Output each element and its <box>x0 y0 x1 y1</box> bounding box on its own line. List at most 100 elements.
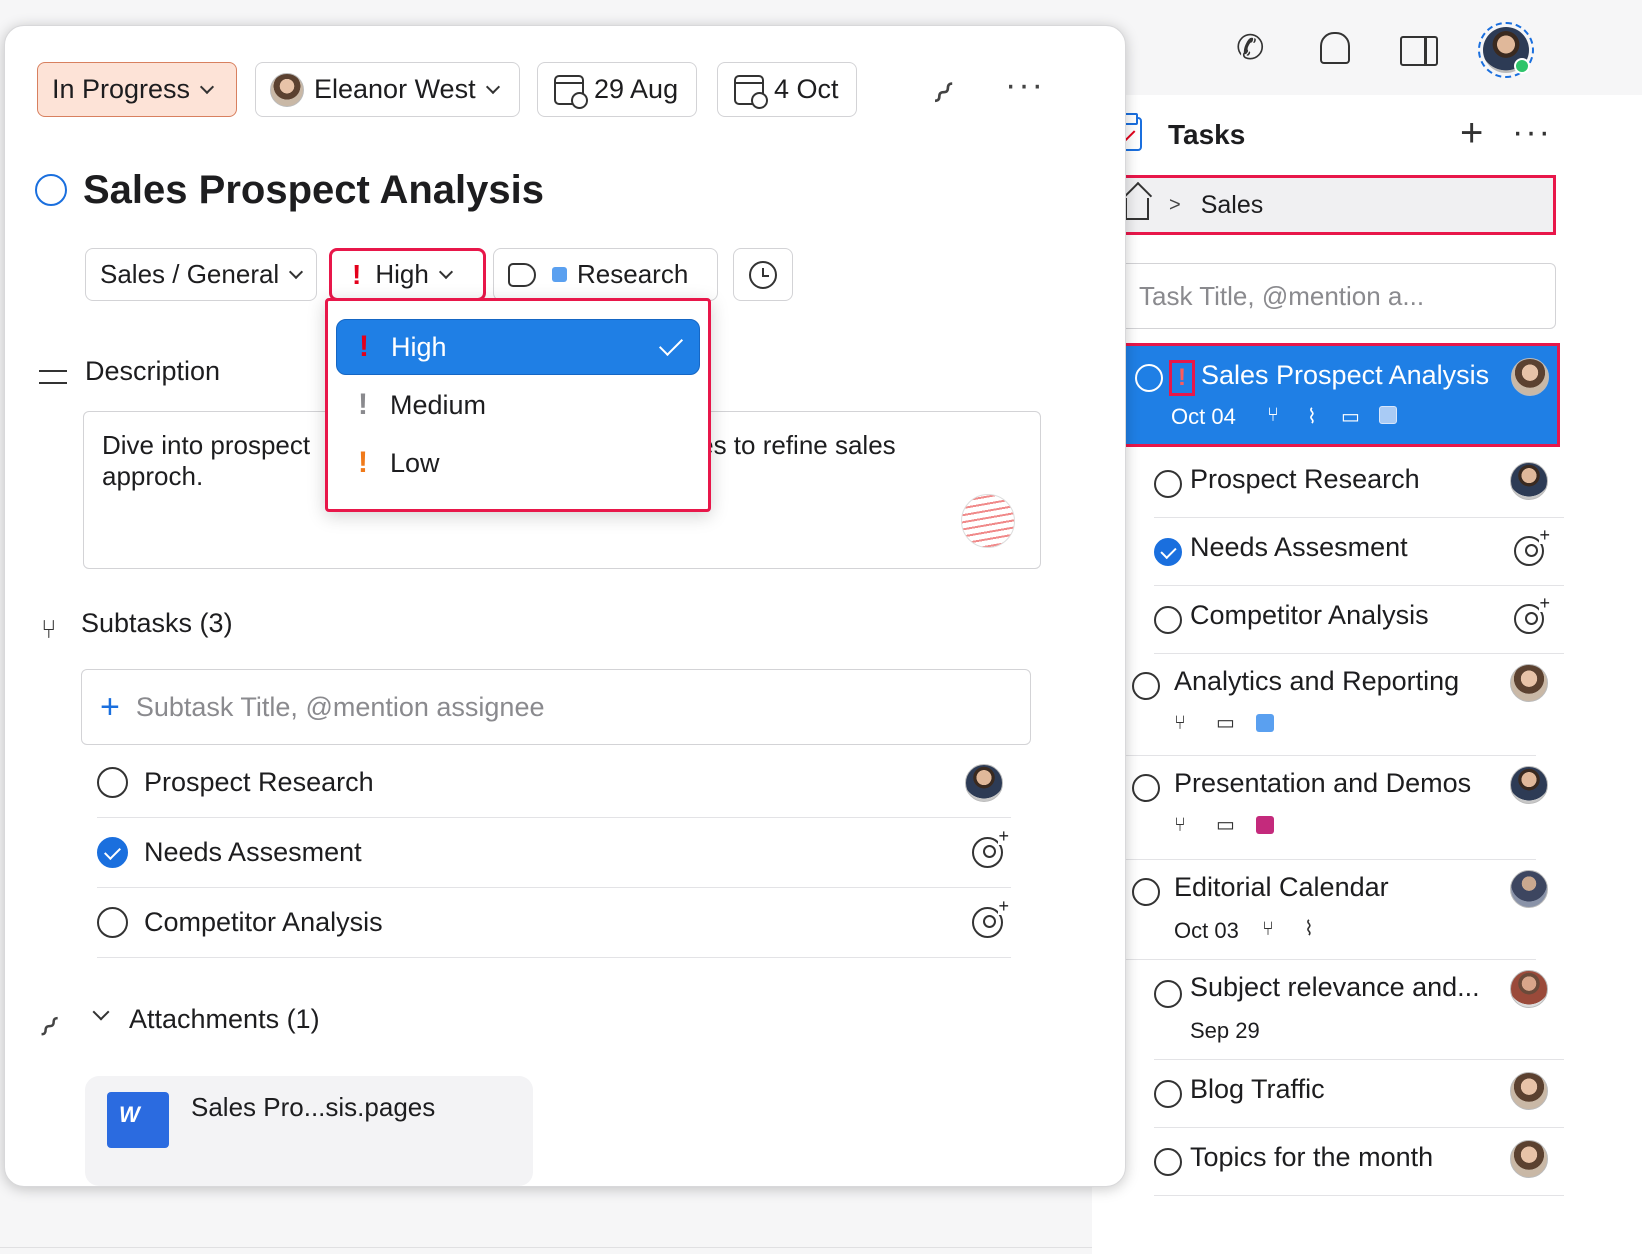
chevron-right-icon: > <box>1169 193 1181 216</box>
notes-icon[interactable] <box>961 494 1015 548</box>
priority-option-medium[interactable]: ! Medium <box>336 377 700 433</box>
assignee-dropdown[interactable]: Eleanor West <box>255 62 520 117</box>
reminder-button[interactable] <box>733 248 793 301</box>
task-title: Presentation and Demos <box>1174 768 1472 798</box>
subtask-checkbox[interactable] <box>97 837 128 868</box>
breadcrumb[interactable]: > Sales <box>1100 175 1556 235</box>
task-checkbox[interactable] <box>1154 606 1182 634</box>
chevron-down-icon <box>289 264 304 279</box>
task-complete-checkbox[interactable] <box>35 174 67 206</box>
more-options-button[interactable]: ··· <box>1512 113 1552 152</box>
chevron-down-icon <box>485 79 500 94</box>
priority-medium-icon: ! <box>358 388 368 421</box>
task-row[interactable]: Competitor Analysis <box>1154 586 1564 654</box>
selected-task-row[interactable]: ! Sales Prospect Analysis Oct 04 ⑂ ⌇ ▭ <box>1100 343 1560 447</box>
task-checkbox[interactable] <box>1154 538 1182 566</box>
comment-icon: ▭ <box>1216 712 1235 734</box>
avatar <box>1510 970 1548 1008</box>
project-dropdown[interactable]: Sales / General <box>85 248 317 301</box>
add-assignee-icon[interactable] <box>1514 594 1550 634</box>
avatar <box>1510 870 1548 908</box>
task-row[interactable]: Needs Assesment <box>1154 518 1564 586</box>
task-checkbox[interactable] <box>1154 470 1182 498</box>
avatar <box>1510 462 1548 500</box>
task-checkbox[interactable] <box>1154 1148 1182 1176</box>
tag-color-icon <box>1256 714 1274 732</box>
subtasks-label: Subtasks (3) <box>81 608 233 638</box>
due-date-button[interactable]: 4 Oct <box>717 62 857 117</box>
breadcrumb-item-sales[interactable]: Sales <box>1201 191 1264 220</box>
attachments-label[interactable]: Attachments (1) <box>129 1004 320 1035</box>
subtask-input[interactable]: + Subtask Title, @mention assignee <box>81 669 1031 745</box>
subtask-row[interactable]: Needs Assesment <box>97 818 1011 888</box>
online-status-icon <box>1514 58 1530 74</box>
task-row[interactable]: Analytics and Reporting ⑂ ▭ <box>1103 654 1548 756</box>
comment-icon: ▭ <box>1341 406 1360 428</box>
task-title: Sales Prospect Analysis <box>1201 360 1490 390</box>
task-checkbox[interactable] <box>1132 774 1160 802</box>
task-checkbox[interactable] <box>1132 672 1160 700</box>
sidebar-toggle-icon[interactable] <box>1400 36 1438 66</box>
divider <box>0 1247 1100 1248</box>
subtask-checkbox[interactable] <box>97 767 128 798</box>
avatar <box>1511 358 1549 396</box>
subtask-row[interactable]: Competitor Analysis <box>97 888 1011 958</box>
avatar <box>1510 766 1548 804</box>
status-dropdown[interactable]: In Progress <box>37 62 237 117</box>
task-row[interactable]: Blog Traffic <box>1154 1060 1564 1128</box>
tag-color-icon <box>552 267 567 282</box>
task-checkbox[interactable] <box>1154 980 1182 1008</box>
add-assignee-icon[interactable] <box>972 897 1009 938</box>
task-title[interactable]: Sales Prospect Analysis <box>83 168 544 213</box>
subtask-title: Competitor Analysis <box>144 907 383 937</box>
paperclip-icon: ⌇ <box>31 1010 66 1045</box>
pages-document-icon: W <box>107 1092 169 1148</box>
attachment-item[interactable]: W Sales Pro...sis.pages <box>85 1076 533 1186</box>
task-row[interactable]: Editorial Calendar Oct 03 ⑂ ⌇ <box>1103 860 1548 960</box>
subtask-title: Prospect Research <box>144 767 374 797</box>
add-assignee-icon[interactable] <box>972 827 1009 868</box>
subtask-icon: ⑂ <box>1267 404 1279 426</box>
subtask-checkbox[interactable] <box>97 907 128 938</box>
tag-color-icon <box>1379 406 1397 424</box>
subtask-icon: ⑂ <box>41 614 57 644</box>
task-checkbox[interactable] <box>1132 878 1160 906</box>
task-row[interactable]: Subject relevance and... Sep 29 <box>1154 960 1564 1060</box>
tasks-sidebar: Tasks + ··· > Sales Task Title, @mention… <box>1092 95 1642 1254</box>
chevron-down-icon[interactable] <box>92 1003 110 1021</box>
task-row[interactable]: Prospect Research <box>1154 450 1564 518</box>
avatar <box>1510 1140 1548 1178</box>
task-title-input[interactable]: Task Title, @mention a... <box>1102 263 1556 329</box>
add-task-button[interactable]: + <box>1460 111 1483 156</box>
task-row[interactable]: Presentation and Demos ⑂ ▭ <box>1103 756 1548 860</box>
priority-option-low[interactable]: ! Low <box>336 435 700 491</box>
start-date-button[interactable]: 29 Aug <box>537 62 697 117</box>
plus-icon: + <box>100 687 120 726</box>
task-checkbox[interactable] <box>1154 1080 1182 1108</box>
checkmark-icon <box>658 331 684 357</box>
avatar <box>1510 664 1548 702</box>
paperclip-icon[interactable]: ⌇ <box>924 74 962 112</box>
task-due-date: Sep 29 <box>1190 1018 1260 1043</box>
comment-icon: ▭ <box>1216 814 1235 836</box>
avatar <box>965 763 1003 802</box>
subtask-row[interactable]: Prospect Research <box>97 748 1011 818</box>
add-assignee-icon[interactable] <box>1514 526 1550 566</box>
bell-icon[interactable] <box>1320 32 1350 64</box>
task-title: Prospect Research <box>1190 464 1420 494</box>
subtask-title: Needs Assesment <box>144 837 362 867</box>
paperclip-icon: ⌇ <box>1307 406 1317 428</box>
task-row[interactable]: Topics for the month <box>1154 1128 1564 1196</box>
task-checkbox[interactable] <box>1135 364 1163 392</box>
priority-option-high[interactable]: ! High <box>336 319 700 375</box>
priority-high-icon: ! <box>352 258 362 290</box>
priority-dropdown[interactable]: ! High <box>329 248 486 301</box>
user-avatar[interactable] <box>1478 22 1534 78</box>
tag-button[interactable]: Research <box>493 248 718 301</box>
home-icon[interactable] <box>1125 198 1149 220</box>
phone-icon[interactable]: ✆ <box>1236 28 1265 68</box>
more-options-button[interactable]: ··· <box>1005 66 1045 105</box>
chevron-down-icon <box>438 264 453 279</box>
task-due-date: Oct 04 <box>1171 404 1236 429</box>
task-due-date: Oct 03 <box>1174 918 1239 943</box>
